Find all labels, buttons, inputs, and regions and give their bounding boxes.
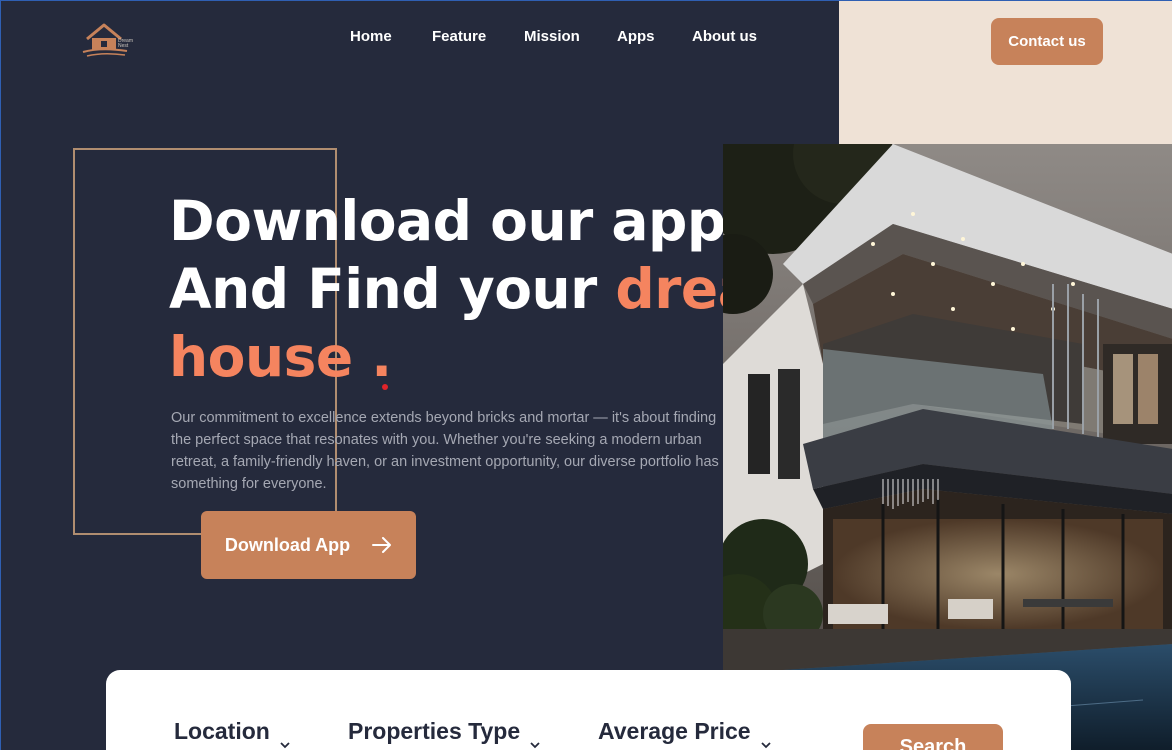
nav-item-home[interactable]: Home xyxy=(350,28,392,45)
location-label: Location xyxy=(174,718,270,744)
download-app-button[interactable]: Download App xyxy=(201,511,416,579)
search-button[interactable]: Search xyxy=(863,724,1003,750)
location-dropdown[interactable]: Location xyxy=(174,718,290,749)
average-price-label: Average Price xyxy=(598,718,751,744)
hero-description: Our commitment to excellence extends bey… xyxy=(171,410,719,492)
nav-item-mission[interactable]: Mission xyxy=(524,28,580,45)
hero-title-accent-house: house xyxy=(169,325,353,389)
hero-house-image xyxy=(723,144,1172,750)
hero-title-line1: Download our app xyxy=(169,189,726,253)
hero-title: Download our app And Find your dream hou… xyxy=(169,187,812,391)
download-app-label: Download App xyxy=(224,534,351,555)
arrow-right-icon xyxy=(372,537,392,553)
logo-text: Dream Nest xyxy=(118,38,134,49)
hero-title-line3: house . xyxy=(169,323,769,391)
hero-title-line2-text: And Find your xyxy=(169,257,616,321)
chevron-down-icon xyxy=(760,728,771,749)
search-panel: Location Properties Type Average Price S… xyxy=(106,670,1071,750)
chevron-down-icon xyxy=(280,728,290,749)
contact-us-button[interactable]: Contact us xyxy=(991,18,1103,65)
nav-item-feature[interactable]: Feature xyxy=(432,28,486,45)
hero-title-line3-suffix: . xyxy=(352,325,392,389)
properties-type-label: Properties Type xyxy=(348,718,521,744)
properties-type-dropdown[interactable]: Properties Type xyxy=(348,718,540,749)
decorative-dot xyxy=(382,384,388,390)
chevron-down-icon xyxy=(530,728,540,749)
hero-title-line2: And Find your dream xyxy=(169,255,812,323)
nav-item-apps[interactable]: Apps xyxy=(617,28,655,45)
average-price-dropdown[interactable]: Average Price xyxy=(598,718,771,749)
nav-item-about-us[interactable]: About us xyxy=(692,28,757,45)
